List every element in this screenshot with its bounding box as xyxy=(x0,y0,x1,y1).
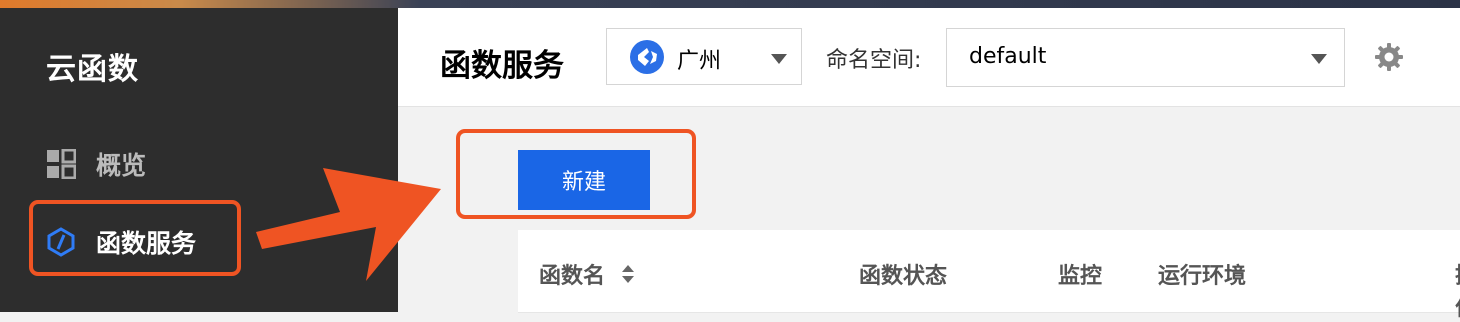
column-header-monitor: 监控 xyxy=(1058,264,1103,289)
gear-icon[interactable] xyxy=(1374,42,1404,72)
header-bar: 函数服务 广州 命名空间: default xyxy=(398,8,1460,107)
namespace-value: default xyxy=(969,44,1047,69)
sidebar-title: 云函数 xyxy=(46,52,139,87)
column-header-runtime: 运行环境 xyxy=(1158,264,1247,289)
column-header-label: 函数名 xyxy=(539,264,606,289)
page-title: 函数服务 xyxy=(440,48,564,84)
region-icon xyxy=(630,40,664,74)
chevron-down-icon xyxy=(1311,54,1327,64)
sidebar-item-overview[interactable]: 概览 xyxy=(46,146,146,182)
chevron-down-icon xyxy=(771,54,787,64)
namespace-select[interactable]: default xyxy=(946,28,1345,87)
annotation-highlight-button xyxy=(456,129,696,219)
column-header-actions: 操作 xyxy=(1455,258,1460,322)
grid-icon xyxy=(47,149,76,179)
column-header-status: 函数状态 xyxy=(859,264,948,289)
sort-icon[interactable] xyxy=(621,264,635,284)
region-select[interactable]: 广州 xyxy=(606,28,802,85)
sidebar-item-label: 概览 xyxy=(96,151,147,180)
column-header-name[interactable]: 函数名 xyxy=(539,258,635,290)
functions-table: 函数名 函数状态 监控 运行环境 操作 xyxy=(518,230,1460,321)
region-value: 广州 xyxy=(677,49,722,74)
namespace-label: 命名空间: xyxy=(826,48,922,73)
annotation-highlight-sidebar xyxy=(29,200,241,276)
top-strip xyxy=(0,0,1460,8)
